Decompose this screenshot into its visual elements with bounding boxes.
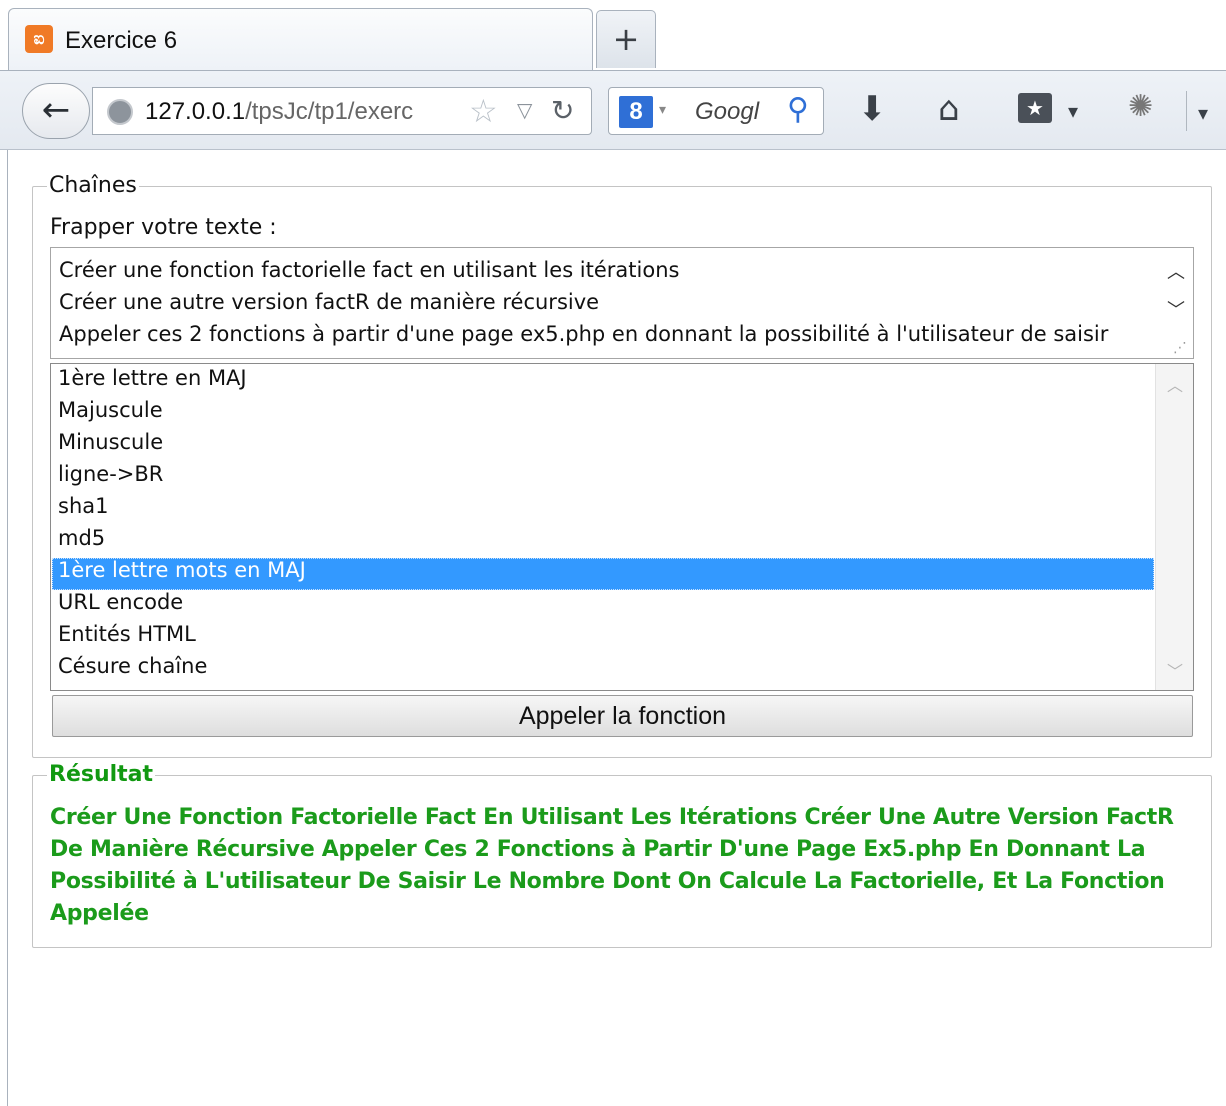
list-item[interactable]: Césure chaîne bbox=[52, 654, 1154, 686]
result-text: Créer Une Fonction Factorielle Fact En U… bbox=[50, 805, 1174, 926]
textarea-line: Appeler ces 2 fonctions à partir d'une p… bbox=[59, 322, 1109, 346]
textarea-line: Créer une autre version factR de manière… bbox=[59, 290, 600, 314]
list-item-selected[interactable]: 1ère lettre mots en MAJ bbox=[52, 558, 1154, 590]
text-prompt-label: Frapper votre texte : bbox=[50, 215, 277, 240]
back-arrow-icon: ← bbox=[41, 90, 71, 130]
tab-exercice-6[interactable]: ಐ Exercice 6 bbox=[8, 8, 593, 70]
home-icon[interactable]: ⌂ bbox=[938, 89, 960, 129]
search-input[interactable]: Googl bbox=[695, 98, 785, 126]
chaines-fieldset: Chaînes Frapper votre texte : Créer une … bbox=[32, 173, 1212, 758]
text-input-area[interactable]: Créer une fonction factorielle fact en u… bbox=[50, 247, 1194, 359]
url-text[interactable]: 127.0.0.1/tpsJc/tp1/exerc bbox=[145, 98, 470, 126]
bookmark-star-icon[interactable]: ☆ bbox=[469, 92, 498, 130]
toolbar-separator bbox=[1186, 91, 1187, 131]
bookmarks-dropdown-icon[interactable]: ▾ bbox=[1068, 91, 1078, 131]
extension-icon[interactable]: ✺ bbox=[1128, 87, 1153, 127]
list-item[interactable]: URL encode bbox=[52, 590, 1154, 622]
search-bar[interactable]: 8 ▾ Googl ⚲ bbox=[608, 87, 824, 135]
function-select-list[interactable]: 1ère lettre en MAJ Majuscule Minuscule l… bbox=[50, 363, 1194, 691]
textarea-content: Créer une fonction factorielle fact en u… bbox=[59, 254, 1159, 350]
list-item[interactable]: ligne->BR bbox=[52, 462, 1154, 494]
tab-strip: ಐ Exercice 6 + bbox=[0, 0, 1226, 70]
chevron-down-icon[interactable]: ﹀ bbox=[1167, 658, 1183, 682]
xampp-icon: ಐ bbox=[25, 25, 53, 53]
call-function-button[interactable]: Appeler la fonction bbox=[52, 695, 1193, 737]
reload-icon[interactable]: ↻ bbox=[551, 94, 574, 127]
textarea-line: Créer une fonction factorielle fact en u… bbox=[59, 258, 680, 282]
url-path: /tpsJc/tp1/exerc bbox=[245, 98, 414, 125]
globe-icon bbox=[107, 99, 133, 125]
list-item[interactable]: Majuscule bbox=[52, 398, 1154, 430]
google-icon[interactable]: 8 bbox=[619, 96, 653, 128]
search-icon[interactable]: ⚲ bbox=[787, 92, 809, 127]
search-engine-dropdown-icon[interactable]: ▾ bbox=[659, 102, 666, 118]
textarea-scrollbar[interactable]: ︿ ﹀ ⋰ bbox=[1159, 248, 1193, 358]
navigation-toolbar: ← 127.0.0.1/tpsJc/tp1/exerc ☆ ▽ ↻ 8 ▾ Go… bbox=[0, 70, 1226, 150]
bookmarks-icon[interactable]: ★ bbox=[1018, 93, 1052, 123]
viewport-border bbox=[0, 150, 8, 1106]
chaines-legend: Chaînes bbox=[47, 173, 139, 198]
resultat-fieldset: Résultat Créer Une Fonction Factorielle … bbox=[32, 762, 1212, 948]
list-item[interactable]: sha1 bbox=[52, 494, 1154, 526]
list-item[interactable]: Minuscule bbox=[52, 430, 1154, 462]
new-tab-button[interactable]: + bbox=[596, 10, 656, 68]
chevron-up-icon[interactable]: ︿ bbox=[1167, 372, 1183, 396]
history-dropdown-icon[interactable]: ▽ bbox=[517, 98, 532, 122]
back-button[interactable]: ← bbox=[22, 83, 90, 139]
resize-grip-icon[interactable]: ⋰ bbox=[1173, 340, 1187, 356]
scroll-up-icon[interactable]: ︿ bbox=[1167, 258, 1185, 284]
list-item[interactable]: Entités HTML bbox=[52, 622, 1154, 654]
menu-dropdown-icon[interactable]: ▾ bbox=[1198, 93, 1208, 133]
resultat-legend: Résultat bbox=[47, 762, 156, 787]
scroll-down-icon[interactable]: ﹀ bbox=[1167, 296, 1185, 322]
list-item[interactable]: 1ère lettre en MAJ bbox=[52, 366, 1154, 398]
download-icon[interactable]: ⬇ bbox=[858, 89, 887, 129]
tab-title: Exercice 6 bbox=[65, 27, 178, 54]
list-scrollbar[interactable]: ︿ ﹀ bbox=[1155, 364, 1193, 690]
url-host: 127.0.0.1 bbox=[145, 98, 246, 125]
list-item[interactable]: md5 bbox=[52, 526, 1154, 558]
url-bar[interactable]: 127.0.0.1/tpsJc/tp1/exerc ☆ ▽ ↻ bbox=[92, 87, 592, 135]
function-options: 1ère lettre en MAJ Majuscule Minuscule l… bbox=[52, 366, 1154, 686]
